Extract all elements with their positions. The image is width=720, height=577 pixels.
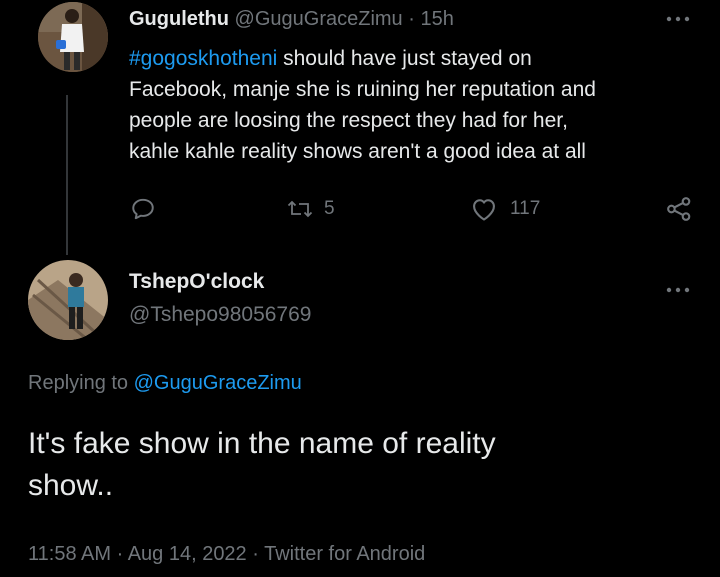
more-dots-icon <box>666 287 690 293</box>
reply-more-options-button[interactable] <box>666 279 690 300</box>
heart-icon <box>473 199 495 221</box>
separator-dot: · <box>408 8 415 30</box>
replying-to-label: Replying to <box>28 372 134 394</box>
tweet-timestamp[interactable]: 15h <box>420 8 453 30</box>
parent-tweet-header: Gugulethu @GuguGraceZimu · 15h <box>129 8 454 31</box>
avatar-image <box>28 260 108 340</box>
thread-connector-line <box>66 95 68 255</box>
tweet-text-line: Facebook, manje she is ruining her reput… <box>129 78 596 101</box>
tweet-text-line: should have just stayed on <box>277 47 532 70</box>
tweet-text-line: show.. <box>28 469 114 502</box>
retweet-count: 5 <box>324 198 335 219</box>
hashtag-link[interactable]: #gogoskhotheni <box>129 47 277 70</box>
like-button[interactable]: 117 <box>470 196 540 222</box>
like-count: 117 <box>510 198 541 219</box>
reply-button[interactable] <box>130 196 156 222</box>
retweet-button[interactable]: 5 <box>286 196 335 222</box>
display-name[interactable]: Gugulethu <box>129 8 229 30</box>
avatar-tshepoclock[interactable] <box>28 260 108 340</box>
retweet-icon <box>287 200 313 218</box>
avatar-image <box>38 2 108 72</box>
reply-display-name[interactable]: TshepO'clock <box>129 270 264 294</box>
user-handle[interactable]: @GuguGraceZimu <box>235 8 403 30</box>
replying-to-line: Replying to @GuguGraceZimu <box>28 372 302 395</box>
share-icon <box>667 197 691 221</box>
more-dots-icon <box>666 16 690 22</box>
reply-tweet-text: It's fake show in the name of reality sh… <box>28 423 496 507</box>
tweet-meta-info[interactable]: 11:58 AM · Aug 14, 2022 · Twitter for An… <box>28 543 425 566</box>
tweet-text-line: kahle kahle reality shows aren't a good … <box>129 140 586 163</box>
avatar-gugulethu[interactable] <box>38 2 108 72</box>
reply-icon <box>132 198 154 220</box>
reply-user-handle[interactable]: @Tshepo98056769 <box>129 303 311 327</box>
share-button[interactable] <box>665 195 693 223</box>
tweet-text-line: people are loosing the respect they had … <box>129 109 568 132</box>
more-options-button[interactable] <box>666 8 690 29</box>
replying-to-handle[interactable]: @GuguGraceZimu <box>134 372 302 394</box>
tweet-text-line: It's fake show in the name of reality <box>28 427 496 460</box>
parent-tweet-text: #gogoskhotheni should have just stayed o… <box>129 43 709 167</box>
